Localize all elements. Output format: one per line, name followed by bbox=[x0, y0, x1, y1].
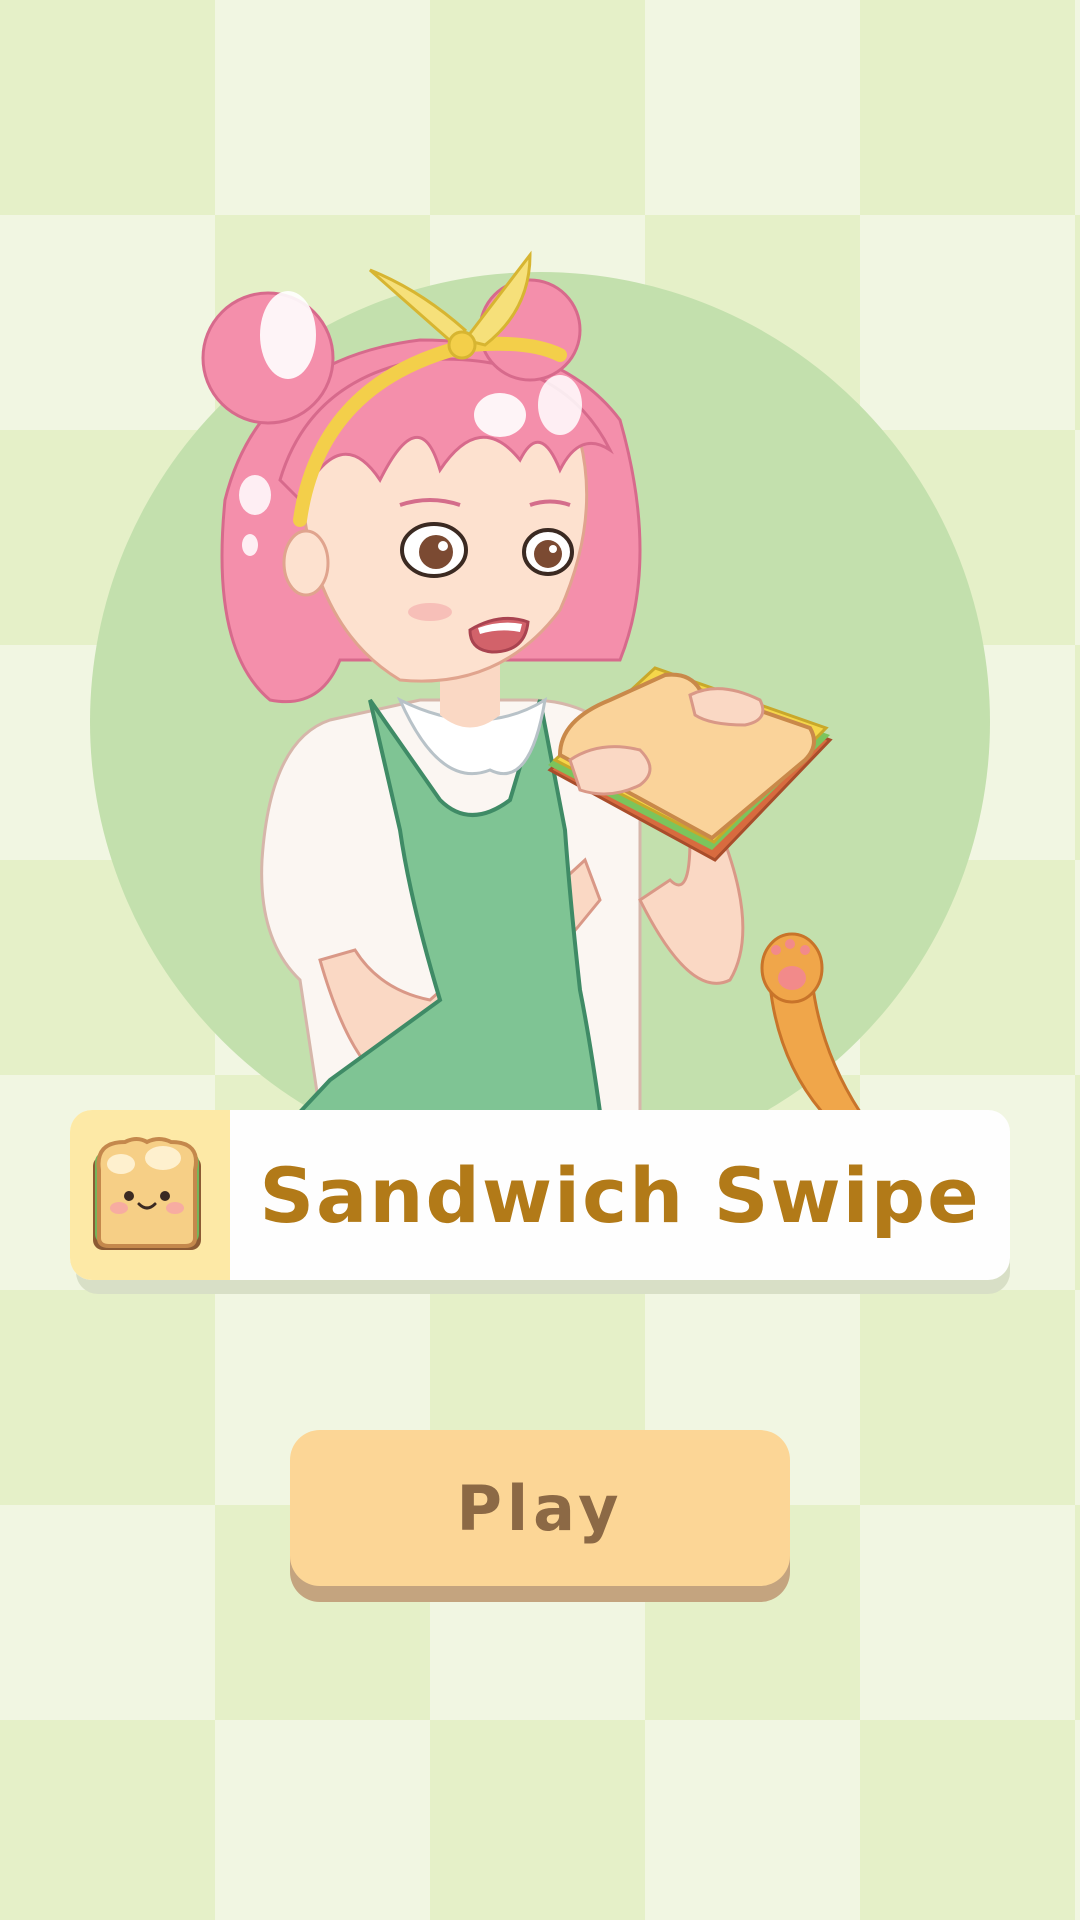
title-banner: Sandwich Swipe bbox=[70, 1110, 1010, 1294]
play-button[interactable]: Play bbox=[290, 1430, 790, 1586]
title-card: Sandwich Swipe bbox=[70, 1110, 1010, 1280]
title-screen: Sandwich Swipe Play bbox=[0, 0, 1080, 1920]
cat-paw bbox=[760, 932, 862, 1112]
sandwich-toast-icon bbox=[70, 1110, 230, 1280]
girl-with-sandwich bbox=[201, 250, 833, 1112]
play-button-wrap[interactable]: Play bbox=[290, 1430, 790, 1602]
hero-illustration bbox=[0, 0, 1080, 1112]
game-title: Sandwich Swipe bbox=[259, 1150, 981, 1240]
